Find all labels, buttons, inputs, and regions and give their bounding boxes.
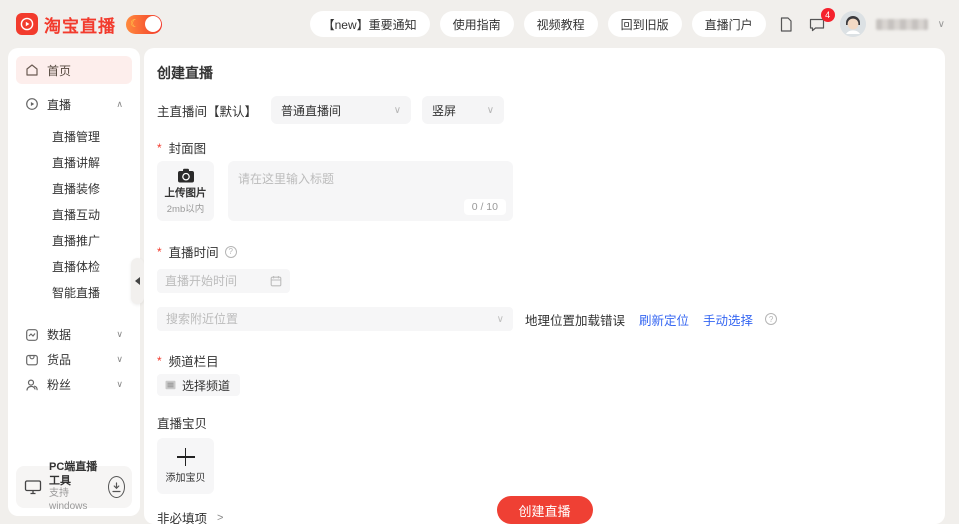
sidebar-item-goods[interactable]: 货品 ∨ [16,347,132,372]
orientation-value: 竖屏 [432,103,457,118]
account-chevron-down-icon[interactable]: ∨ [938,19,945,30]
brand-logo[interactable]: 淘宝直播 ☾ [16,12,162,37]
message-count-badge: 4 [820,7,835,22]
sidebar-item-label: 数据 [47,328,72,342]
sidebar-item-live-checkup[interactable]: 直播体检 [16,254,132,280]
goods-icon [25,353,39,367]
sidebar-item-home[interactable]: 首页 [16,56,132,84]
live-title-area: 0 / 10 [228,161,513,221]
chevron-right-icon: > [217,511,224,524]
user-name-masked[interactable] [875,18,928,30]
moon-icon: ☾ [130,17,140,30]
location-search-input[interactable] [166,312,497,326]
taobao-live-create-page: 淘宝直播 ☾ 【new】重要通知 使用指南 视频教程 回到旧版 直播门户 4 ∨… [0,0,959,524]
download-icon[interactable] [108,476,125,498]
sidebar-item-live-promote[interactable]: 直播推广 [16,228,132,254]
upload-size-hint: 2mb以内 [166,204,205,215]
start-time-input[interactable] [165,274,270,288]
location-row: ∨ 地理位置加载错误 刷新定位 手动选择 ? [157,307,945,331]
upload-label: 上传图片 [164,187,207,199]
create-live-panel: 创建直播 主直播间【默认】 普通直播间 ∨ 竖屏 ∨ 封面图 上传图片 2mb以… [144,48,945,524]
location-search-field[interactable]: ∨ [157,307,513,331]
sidebar-live-submenu: 直播管理 直播讲解 直播装修 直播互动 直播推广 直播体检 智能直播 [16,118,132,310]
upload-cover-button[interactable]: 上传图片 2mb以内 [157,161,214,221]
live-icon [25,97,39,111]
home-icon [25,63,39,77]
chevron-down-icon: ∨ [116,379,123,389]
start-time-field[interactable] [157,269,290,293]
sidebar-collapse-handle[interactable] [131,258,144,304]
camera-icon [176,167,196,184]
live-portal-button[interactable]: 直播门户 [691,11,766,37]
help-icon[interactable]: ? [224,245,237,258]
chevron-down-icon: ∨ [116,354,123,364]
list-icon [165,380,176,390]
messages-icon[interactable]: 4 [806,7,835,35]
monitor-icon [24,479,42,495]
document-icon[interactable] [776,14,796,35]
sidebar-item-live-manage[interactable]: 直播管理 [16,124,132,150]
taobao-live-logo-icon [16,13,38,35]
orientation-select[interactable]: 竖屏 ∨ [422,96,505,124]
cover-image-label: 封面图 [157,138,945,157]
user-guide-button[interactable]: 使用指南 [439,11,514,37]
chevron-up-icon: ∧ [116,98,123,109]
room-type-label: 主直播间【默认】 [157,104,258,119]
header-nav: 【new】重要通知 使用指南 视频教程 回到旧版 直播门户 4 ∨ [309,7,945,37]
user-avatar[interactable] [839,11,866,37]
brand-name: 淘宝直播 [44,16,116,36]
important-notice-button[interactable]: 【new】重要通知 [309,11,430,37]
top-header: 淘宝直播 ☾ 【new】重要通知 使用指南 视频教程 回到旧版 直播门户 4 ∨ [0,0,959,48]
calendar-icon [270,275,282,287]
cover-row: 上传图片 2mb以内 0 / 10 [157,161,945,221]
sidebar-item-live-interact[interactable]: 直播互动 [16,202,132,228]
sidebar-item-smart-live[interactable]: 智能直播 [16,280,132,306]
sidebar-item-label: 货品 [47,353,72,367]
pc-tool-title: PC端直播工具 [49,460,98,487]
fans-icon [25,378,39,392]
title-char-counter: 0 / 10 [463,199,506,215]
back-to-old-version-button[interactable]: 回到旧版 [607,11,682,37]
plus-icon [176,448,195,466]
sidebar-item-live-explain[interactable]: 直播讲解 [16,150,132,176]
sidebar-item-live[interactable]: 直播 ∧ [16,90,132,118]
select-channel-label: 选择频道 [182,378,231,393]
location-status-text: 地理位置加载错误 [525,313,626,328]
manual-select-link[interactable]: 手动选择 [703,310,753,329]
add-goods-label: 添加宝贝 [165,473,206,484]
room-type-value: 普通直播间 [281,103,342,118]
sidebar-item-data[interactable]: 数据 ∨ [16,322,132,347]
pc-tool-subtitle: 支持windows [49,488,88,512]
video-tutorial-button[interactable]: 视频教程 [523,11,598,37]
chevron-down-icon: ∨ [486,104,495,116]
chevron-down-icon: ∨ [116,329,123,339]
sidebar-item-label: 首页 [47,63,72,78]
sidebar-item-live-decorate[interactable]: 直播装修 [16,176,132,202]
chevron-down-icon: ∨ [393,104,402,116]
room-type-row: 主直播间【默认】 普通直播间 ∨ 竖屏 ∨ [157,96,945,124]
select-channel-button[interactable]: 选择频道 [157,374,241,396]
dark-mode-toggle[interactable]: ☾ [126,14,162,34]
page-title: 创建直播 [157,65,213,81]
collapse-left-icon [135,277,140,285]
pc-live-tool-card[interactable]: PC端直播工具 支持windows [16,461,132,512]
add-goods-button[interactable]: 添加宝贝 [157,438,214,494]
channel-column-label: 频道栏目 [157,351,945,370]
data-icon [25,328,39,342]
sidebar-item-label: 粉丝 [47,378,72,392]
live-goods-label: 直播宝贝 [157,417,208,431]
room-type-select[interactable]: 普通直播间 ∨ [271,96,412,124]
chevron-down-icon: ∨ [496,313,504,325]
sidebar-item-fans[interactable]: 粉丝 ∨ [16,372,132,397]
sidebar-item-label: 直播 [47,97,72,112]
sidebar-groups: 数据 ∨ 货品 ∨ 粉丝 ∨ [16,322,132,397]
live-time-label: 直播时间 ? [157,242,945,261]
create-live-button[interactable]: 创建直播 [496,496,593,524]
optional-fields-label: 非必填项 [157,512,208,524]
refresh-location-link[interactable]: 刷新定位 [639,310,689,329]
sidebar: 首页 直播 ∧ 直播管理 直播讲解 直播装修 直播互动 直播推广 直播体检 智能… [8,48,144,516]
location-help-icon[interactable]: ? [765,313,778,325]
